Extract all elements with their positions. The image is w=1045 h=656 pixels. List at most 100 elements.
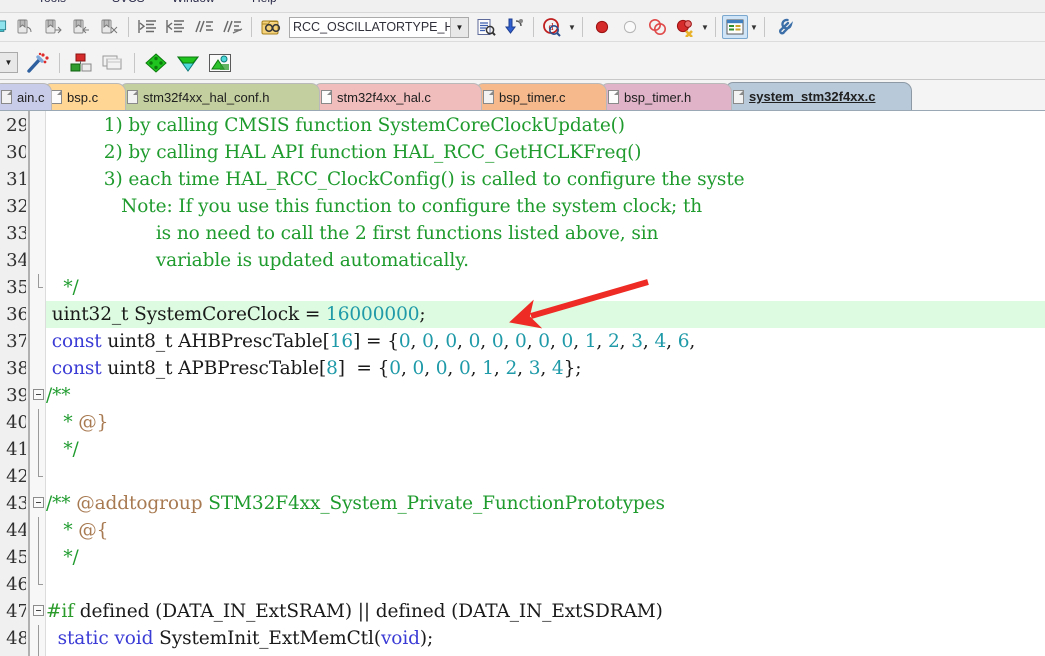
tab-stm32f4xx-hal-c[interactable]: stm32f4xx_hal.c (314, 83, 482, 110)
bookmark-next-icon[interactable] (68, 15, 94, 39)
tab-main-c[interactable]: ain.c (0, 83, 52, 110)
code-token: void (380, 628, 420, 649)
tab-stm32f4xx-hal-conf-h[interactable]: stm32f4xx_hal_conf.h (120, 83, 320, 110)
code-line[interactable]: /** @addtogroup STM32F4xx_System_Private… (46, 490, 1045, 517)
comment-block-icon[interactable] (191, 15, 217, 39)
menu-item-help[interactable]: Help (252, 0, 277, 5)
magic-wand-icon[interactable] (23, 51, 53, 75)
code-line-text[interactable]: const uint8_t AHBPrescTable[16] = {0, 0,… (46, 328, 695, 355)
breakpoint-disabled-icon[interactable] (617, 15, 643, 39)
bookmark-toggle-icon[interactable] (12, 15, 38, 39)
line-number: 46 (6, 574, 26, 595)
fold-guide-line (38, 274, 39, 288)
code-line[interactable]: */ (46, 436, 1045, 463)
code-line-text[interactable]: variable is updated automatically. (46, 247, 469, 274)
code-line[interactable]: #endif /* DATA_IN_ExtSRAM || DATA_IN_Ext… (46, 652, 1045, 656)
code-line[interactable]: * @{ (46, 517, 1045, 544)
code-line-text[interactable]: /** (46, 382, 71, 409)
code-token: 1 (584, 331, 597, 352)
tab-bsp-c[interactable]: bsp.c (44, 83, 126, 110)
code-line[interactable]: const uint8_t AHBPrescTable[16] = {0, 0,… (46, 328, 1045, 355)
breakpoint-toggle-all-icon[interactable] (645, 15, 671, 39)
code-line-text[interactable]: Note: If you use this function to config… (46, 193, 702, 220)
uncomment-block-icon[interactable] (219, 15, 245, 39)
code-line[interactable]: /** (46, 382, 1045, 409)
code-line[interactable]: #if defined (DATA_IN_ExtSRAM) || defined… (46, 598, 1045, 625)
code-line[interactable]: * @} (46, 409, 1045, 436)
code-line[interactable]: 2) by calling HAL API function HAL_RCC_G… (46, 139, 1045, 166)
project-window-caret-icon[interactable]: ▼ (749, 17, 759, 37)
menu-item-window[interactable]: Window (172, 0, 215, 5)
menu-item-tools[interactable]: Tools (38, 0, 66, 5)
symbol-search-value[interactable]: RCC_OSCILLATORTYPE_HS (290, 18, 450, 37)
project-window-icon[interactable] (722, 15, 748, 39)
tab-bsp-timer-h[interactable]: bsp_timer.h (601, 83, 732, 110)
build-toolbar: ▼ (0, 42, 1045, 80)
tab-system-stm32f4xx-c[interactable]: system_stm32f4xx.c (726, 82, 912, 110)
code-line[interactable]: */ (46, 274, 1045, 301)
indent-increase-icon[interactable] (135, 15, 161, 39)
code-line[interactable]: uint32_t SystemCoreClock = 16000000; (46, 301, 1045, 328)
bookmark-clear-icon[interactable] (96, 15, 122, 39)
code-line[interactable]: 3) each time HAL_RCC_ClockConfig() is ca… (46, 166, 1045, 193)
code-line-text[interactable]: */ (46, 274, 78, 301)
line-number: 40 (6, 412, 26, 433)
code-token: 0 (422, 331, 434, 352)
breakpoint-enabled-icon[interactable] (589, 15, 615, 39)
code-folding-column[interactable] (30, 111, 46, 656)
download-flash-icon[interactable] (205, 51, 235, 75)
code-line-text[interactable]: */ (46, 436, 78, 463)
tab-bsp-timer-c[interactable]: bsp_timer.c (476, 83, 607, 110)
code-line[interactable]: variable is updated automatically. (46, 247, 1045, 274)
find-in-files-icon[interactable] (258, 15, 284, 39)
build-target-icon[interactable] (141, 51, 171, 75)
code-line-text[interactable]: /** @addtogroup STM32F4xx_System_Private… (46, 490, 665, 517)
fold-collapse-icon[interactable] (33, 605, 44, 616)
toolbar-separator-6 (764, 17, 765, 37)
debug-insert-icon[interactable]: d (540, 15, 566, 39)
code-line[interactable]: is no need to call the 2 first functions… (46, 220, 1045, 247)
rebuild-all-icon[interactable] (173, 51, 203, 75)
breakpoint-dropdown-caret-icon[interactable]: ▼ (700, 17, 710, 37)
project-targets-icon[interactable] (66, 51, 96, 75)
code-line[interactable]: const uint8_t APBPrescTable[8] = {0, 0, … (46, 355, 1045, 382)
code-line[interactable]: */ (46, 544, 1045, 571)
target-select-combo[interactable]: ▼ (0, 52, 18, 73)
code-line-text[interactable]: static void SystemInit_ExtMemCtl(void); (46, 625, 434, 652)
code-line-text[interactable]: #if defined (DATA_IN_ExtSRAM) || defined… (46, 598, 663, 625)
indent-decrease-icon[interactable] (163, 15, 189, 39)
chevron-down-icon[interactable]: ▼ (450, 17, 468, 37)
code-line-text[interactable]: * @} (46, 409, 108, 436)
code-line-text[interactable]: #endif /* DATA_IN_ExtSRAM || DATA_IN_Ext… (46, 652, 560, 656)
code-line-text[interactable]: 3) each time HAL_RCC_ClockConfig() is ca… (46, 166, 745, 193)
code-line-text[interactable]: uint32_t SystemCoreClock = 16000000; (46, 301, 426, 328)
code-line-text[interactable]: const uint8_t APBPrescTable[8] = {0, 0, … (46, 355, 582, 382)
breakpoint-kill-all-icon[interactable] (673, 15, 699, 39)
code-line[interactable]: static void SystemInit_ExtMemCtl(void); (46, 625, 1045, 652)
tab-label: bsp_timer.h (624, 89, 692, 105)
goto-definition-icon[interactable] (501, 15, 527, 39)
debug-dropdown-caret-icon[interactable]: ▼ (567, 17, 577, 37)
code-line-text[interactable]: 1) by calling CMSIS function SystemCoreC… (46, 112, 625, 139)
symbol-search-combo[interactable]: RCC_OSCILLATORTYPE_HS ▼ (289, 16, 469, 38)
bookmark-prev-icon[interactable] (40, 15, 66, 39)
menu-item-svcs[interactable]: SVCS (112, 0, 145, 5)
code-line-text[interactable]: 2) by calling HAL API function HAL_RCC_G… (46, 139, 642, 166)
fold-collapse-icon[interactable] (33, 497, 44, 508)
multi-project-icon[interactable] (98, 51, 128, 75)
code-editor[interactable]: 29 30 31 32 33 34 35 36 37 38 39 40 41 42 43 44 45 46 47 48… (0, 111, 1045, 656)
chevron-down-icon[interactable]: ▼ (0, 53, 17, 72)
code-line[interactable] (46, 571, 1045, 598)
code-line-text[interactable]: * @{ (46, 517, 108, 544)
code-line[interactable]: 1) by calling CMSIS function SystemCoreC… (46, 112, 1045, 139)
fold-collapse-icon[interactable] (33, 389, 44, 400)
browse-symbol-icon[interactable] (473, 15, 499, 39)
code-line[interactable]: Note: If you use this function to config… (46, 193, 1045, 220)
code-text-area[interactable]: 1) by calling CMSIS function SystemCoreC… (46, 111, 1045, 656)
code-line-text[interactable]: is no need to call the 2 first functions… (46, 220, 659, 247)
configure-icon[interactable] (771, 15, 797, 39)
code-line-text[interactable]: */ (46, 544, 78, 571)
code-line[interactable] (46, 463, 1045, 490)
clipboard-icon[interactable] (0, 15, 10, 39)
menu-bar[interactable]: Tools SVCS Window Help (0, 0, 1045, 12)
